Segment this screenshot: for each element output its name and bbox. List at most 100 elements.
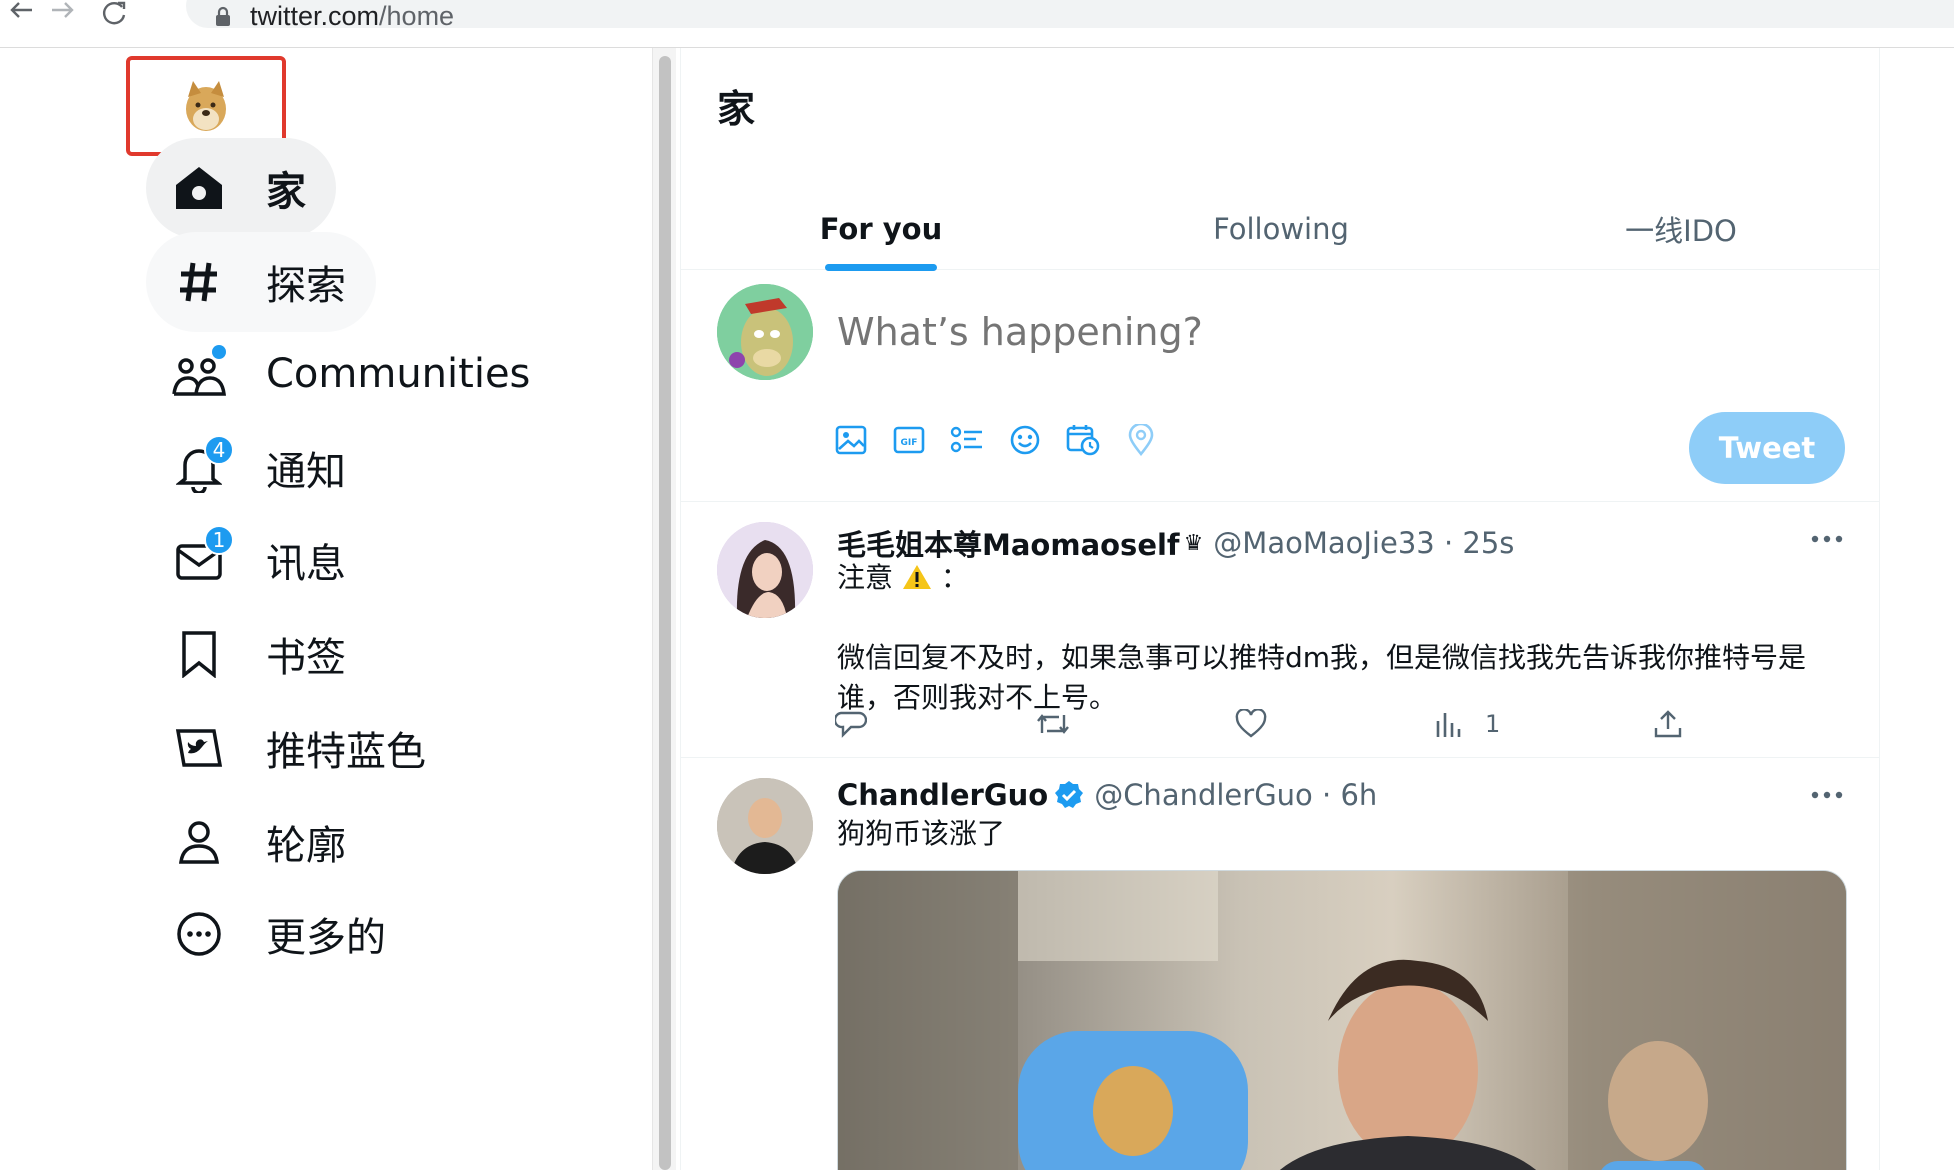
tweet-text-body: 微信回复不及时，如果急事可以推特dm我，但是微信找我先告诉我你推特号是谁，否则我… [837,641,1807,714]
warning-icon [902,565,931,589]
address-bar[interactable]: twitter.com/home [186,0,1954,31]
share-icon [1654,710,1682,738]
sidebar-item-label: 更多的 [266,915,386,961]
author-handle-time: @MaoMaoJie33 · 25s [1213,526,1515,560]
tweet-more-button[interactable] [1807,780,1847,810]
poll-button[interactable] [945,418,989,462]
ape-avatar-icon [717,284,813,380]
verified-badge-icon [1055,781,1084,808]
tweet-item[interactable]: ChandlerGuo @ChandlerGuo · 6h 狗狗币该涨了 [681,758,1879,1170]
tweet-text: 狗狗币该涨了 [837,817,1006,850]
message-badge: 1 [204,525,234,555]
sidebar-item-label: 书签 [266,635,346,681]
like-button[interactable] [1235,702,1267,746]
reply-button[interactable] [835,702,867,746]
reply-icon [835,711,867,738]
sidebar-item-notifications[interactable]: 4 通知 [146,418,376,518]
tab-label: For you [819,212,943,246]
tweet-text-prefix: 注意 [837,561,894,594]
reload-button[interactable] [94,0,134,26]
tab-ido[interactable]: 一线IDO [1481,188,1879,270]
sidebar-item-home[interactable]: 家 [146,138,336,238]
url-host: twitter.com [250,0,380,31]
sidebar-item-messages[interactable]: 1 讯息 [146,510,376,610]
tab-for-you[interactable]: For you [681,188,1081,271]
sidebar-item-label: 通知 [266,449,346,495]
tab-following[interactable]: Following [1081,188,1481,270]
browser-toolbar: twitter.com/home [0,0,1954,48]
crown-icon: ♛ [1183,530,1204,556]
sidebar-item-label: 轮廓 [266,823,346,869]
media-button[interactable] [829,418,873,462]
author-handle-time: @ChandlerGuo · 6h [1094,778,1378,812]
tweet-button[interactable]: Tweet [1689,412,1845,484]
home-icon [170,159,228,217]
reload-icon [103,1,126,25]
emoji-button[interactable] [1003,418,1047,462]
tweet-media-image[interactable] [837,870,1847,1170]
sidebar-item-communities[interactable]: Communities [146,324,560,424]
profile-icon [170,813,228,871]
sidebar-item-label: 探索 [266,263,346,309]
tweet-item[interactable]: 毛毛姐本尊Maomaoself ♛ @MaoMaoJie33 · 25s 注意 … [681,502,1879,758]
views-button[interactable]: 1 [1435,702,1500,746]
portrait-avatar-icon [717,778,813,874]
tab-label: Following [1213,212,1349,246]
scrollbar-thumb[interactable] [659,56,671,1170]
retweet-icon [1037,714,1069,734]
sidebar-item-profile[interactable]: 轮廓 [146,792,376,892]
heart-icon [1235,709,1267,738]
url-text: twitter.com/home [250,1,454,32]
tab-label: 一线IDO [1625,214,1737,248]
timeline-tabs: For you Following 一线IDO [681,188,1879,271]
arrow-left-icon [10,2,32,18]
back-button[interactable] [0,0,40,26]
schedule-button[interactable] [1061,418,1105,462]
whats-happening-input[interactable] [837,310,1817,354]
url-path: /home [379,0,455,31]
communities-icon [170,345,228,403]
author-avatar[interactable] [717,522,813,618]
twitter-blue-icon [170,719,228,777]
location-button[interactable] [1119,418,1163,462]
hashtag-icon [170,253,228,311]
forward-button[interactable] [44,0,84,26]
more-horizontal-icon [1811,535,1843,543]
sidebar-item-label: 推特蓝色 [266,729,426,775]
doge-logo-icon [186,81,226,131]
sidebar-item-label: 家 [266,169,306,215]
user-avatar[interactable] [717,284,813,380]
portrait-avatar-icon [717,522,813,618]
author-name[interactable]: ChandlerGuo [837,778,1048,812]
sidebar-item-bookmarks[interactable]: 书签 [146,604,376,704]
mail-icon: 1 [170,525,234,589]
gif-icon: GIF [893,426,925,454]
page-title: 家 [717,87,756,131]
main-timeline: 家 For you Following 一线IDO What’s happeni… [680,48,1880,1170]
more-horizontal-icon [1811,791,1843,799]
analytics-icon [1436,713,1461,737]
left-sidebar: 家 探索 Communities 4 通知 1 讯息 书签 推特蓝色 轮廓 更多… [0,48,650,1170]
street-photo-image [838,871,1846,1170]
tweet-header: ChandlerGuo @ChandlerGuo · 6h [837,778,1377,812]
sidebar-item-more[interactable]: 更多的 [146,884,416,984]
share-button[interactable] [1653,702,1683,746]
notification-badge: 4 [204,435,234,465]
bookmark-icon [170,625,228,683]
retweet-button[interactable] [1035,702,1071,746]
sidebar-item-label: Communities [266,351,531,397]
sidebar-item-explore[interactable]: 探索 [146,232,376,332]
sidebar-item-label: 讯息 [266,541,346,587]
emoji-icon [1010,425,1040,455]
gif-button[interactable]: GIF [887,418,931,462]
image-icon [835,425,867,455]
bell-icon: 4 [170,435,234,497]
lock-icon [216,6,230,26]
notification-dot [212,345,226,359]
tweet-more-button[interactable] [1807,524,1847,554]
author-avatar[interactable] [717,778,813,874]
sidebar-scrollbar[interactable] [652,48,676,1170]
tweet-text-line1: 注意 ： [837,558,1847,598]
sidebar-item-twitter-blue[interactable]: 推特蓝色 [146,698,456,798]
poll-icon [950,426,982,453]
